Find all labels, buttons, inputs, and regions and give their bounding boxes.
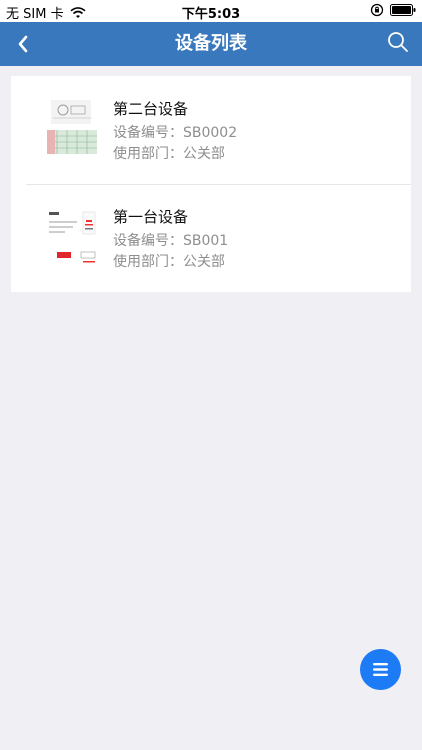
device-dept: 公关部	[183, 254, 225, 270]
search-icon[interactable]	[386, 30, 410, 54]
device-code-row: 设备编号：SB001	[113, 231, 228, 252]
status-time: 下午5:03	[181, 7, 241, 22]
menu-button[interactable]	[360, 649, 401, 690]
device-name: 第一台设备	[113, 208, 189, 226]
device-dept-row: 使用部门：公关部	[113, 252, 228, 273]
battery-icon	[390, 4, 416, 16]
device-list: 第二台设备 设备编号：SB0002 使用部门：公关部 第一台设备 设备编号：SB…	[11, 76, 411, 292]
divider	[26, 184, 411, 185]
page-title: 设备列表	[175, 33, 247, 54]
status-bar: 无 SIM 卡 下午5:03	[0, 0, 422, 22]
device-code-label: 设备编号：	[113, 233, 183, 249]
nav-bar: 设备列表	[0, 22, 422, 66]
rotation-lock-icon	[370, 3, 384, 17]
device-code: SB001	[183, 233, 229, 249]
list-item[interactable]: 第一台设备 设备编号：SB001 使用部门：公关部	[11, 76, 411, 270]
status-right	[370, 3, 416, 17]
device-info: 第一台设备 设备编号：SB001 使用部门：公关部	[113, 206, 228, 273]
menu-icon	[373, 663, 388, 676]
device-thumbnail	[43, 208, 101, 270]
device-dept-label: 使用部门：	[113, 254, 183, 270]
